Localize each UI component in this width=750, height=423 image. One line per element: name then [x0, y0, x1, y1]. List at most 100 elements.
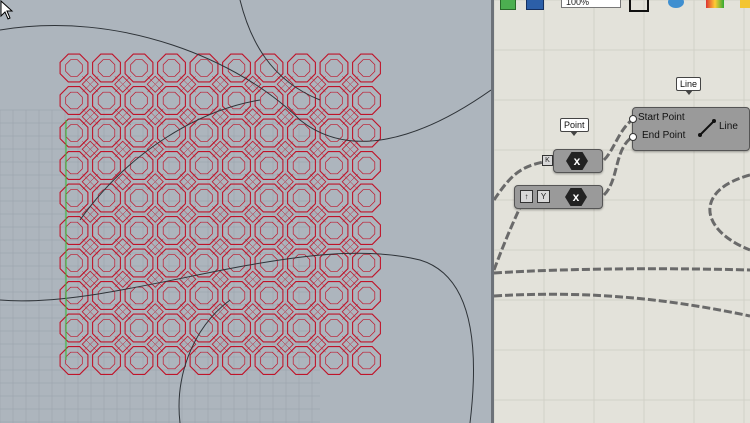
tile-octagon — [319, 346, 349, 375]
tile-inner — [292, 319, 311, 337]
tile-inner — [195, 91, 213, 110]
toggle-icon[interactable] — [500, 0, 516, 10]
tile-inner — [162, 189, 181, 207]
tile-inner — [260, 189, 278, 207]
tile-inner — [357, 124, 376, 142]
tile-inner — [260, 156, 278, 175]
point-component-a[interactable]: x — [553, 149, 603, 173]
point-param-icon: x — [566, 152, 588, 170]
tile-inner — [292, 221, 311, 240]
start-point-label: Start Point — [638, 112, 685, 123]
tile-inner — [227, 124, 246, 142]
start-point-port[interactable] — [629, 115, 637, 123]
end-point-label: End Point — [642, 130, 686, 141]
tile-inner — [195, 156, 213, 175]
tile-inner — [97, 91, 116, 110]
canvas-grid — [494, 0, 750, 423]
tile-inner — [357, 91, 376, 110]
tile-inner — [65, 221, 83, 240]
tile-inner — [325, 59, 343, 77]
tile-octagon — [352, 313, 381, 343]
tile-inner — [227, 91, 246, 110]
line-icon — [698, 119, 716, 137]
tile-inner — [97, 286, 116, 305]
tile-inner — [97, 124, 116, 142]
point-param-icon: x — [565, 188, 587, 206]
tile-inner — [195, 319, 213, 337]
wire-f — [494, 292, 750, 318]
tile-inner — [260, 91, 278, 110]
tile-inner — [227, 221, 246, 240]
tile-inner — [260, 124, 278, 142]
tile-inner — [130, 59, 148, 77]
tile-inner — [357, 254, 376, 272]
picker-icon[interactable]: K — [542, 155, 553, 166]
tile-inner — [97, 351, 116, 370]
tile-inner — [130, 156, 148, 175]
tile-inner — [162, 156, 181, 175]
mouse-cursor-icon — [0, 0, 14, 20]
tile-octagon — [352, 216, 381, 245]
tile-inner — [130, 221, 148, 240]
tile-octagon — [352, 346, 381, 375]
tile-inner — [292, 124, 311, 142]
tile-inner — [227, 189, 246, 207]
zoom-field[interactable]: 100% — [561, 0, 621, 8]
tile-inner — [162, 254, 181, 272]
tile-inner — [97, 189, 116, 207]
tile-inner — [292, 189, 311, 207]
tile-inner — [65, 59, 83, 77]
line-tag: Line — [676, 77, 702, 95]
tile-octagon — [352, 151, 381, 180]
tile-inner — [130, 189, 148, 207]
tile-inner — [195, 221, 213, 240]
tile-inner — [65, 319, 83, 337]
canvas-scene — [494, 0, 750, 423]
tile-inner — [227, 156, 246, 175]
tile-inner — [260, 319, 278, 337]
tile-inner — [162, 221, 181, 240]
save-icon[interactable] — [526, 0, 544, 10]
tile-inner — [325, 189, 343, 207]
tile-inner — [195, 124, 213, 142]
arrow-up-icon[interactable]: ↑ — [520, 190, 533, 203]
display-mode-icon[interactable] — [706, 0, 724, 8]
tile-inner — [325, 156, 343, 175]
tile-octagon — [352, 118, 381, 148]
tile-inner — [292, 286, 311, 305]
line-component[interactable]: Start Point End Point Line — [629, 107, 750, 151]
point-tag: Point — [560, 118, 589, 136]
tile-inner — [65, 286, 83, 305]
viewport-scene — [0, 0, 491, 423]
tile-inner — [130, 254, 148, 272]
tile-inner — [162, 286, 181, 305]
tile-inner — [97, 254, 116, 272]
tile-inner — [130, 286, 148, 305]
rhino-viewport[interactable] — [0, 0, 491, 423]
grasshopper-canvas[interactable]: Point Line x K ↑ Y x Start Point End Poi… — [494, 0, 750, 423]
tile-inner — [162, 91, 181, 110]
y-icon[interactable]: Y — [537, 190, 550, 203]
tile-inner — [292, 59, 311, 77]
bake-icon[interactable] — [740, 0, 750, 8]
tile-inner — [325, 254, 343, 272]
tile-inner — [195, 351, 213, 370]
tile-inner — [130, 91, 148, 110]
tile-octagon — [352, 183, 381, 213]
tile-inner — [325, 319, 343, 337]
zoom-extents-icon[interactable] — [629, 0, 649, 12]
tile-inner — [357, 59, 376, 77]
tile-inner — [260, 221, 278, 240]
tile-inner — [227, 59, 246, 77]
tile-inner — [357, 319, 376, 337]
tile-inner — [97, 221, 116, 240]
tile-inner — [195, 286, 213, 305]
tile-inner — [325, 221, 343, 240]
tile-inner — [357, 156, 376, 175]
line-output-label: Line — [719, 121, 738, 132]
tile-octagon — [352, 86, 381, 115]
point-component-b[interactable]: ↑ Y x — [514, 185, 603, 209]
tile-inner — [130, 319, 148, 337]
end-point-port[interactable] — [629, 133, 637, 141]
tile-inner — [65, 124, 83, 142]
